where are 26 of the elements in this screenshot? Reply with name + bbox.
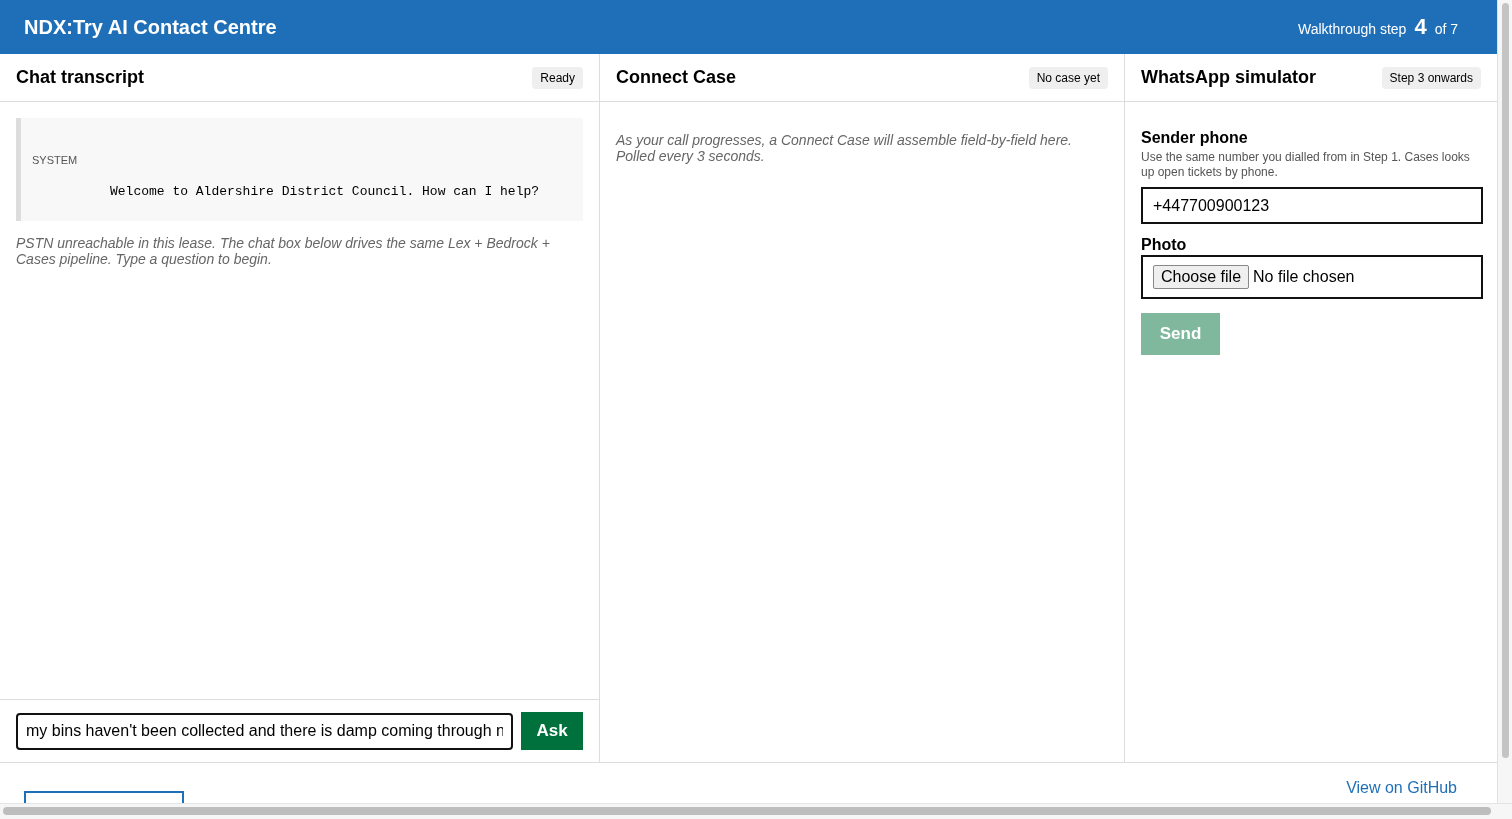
file-status: No file chosen xyxy=(1253,268,1355,286)
step-label: Walkthrough step xyxy=(1297,21,1407,37)
panel-title: Connect Case xyxy=(616,67,737,88)
github-link[interactable]: View on GitHub xyxy=(1346,779,1457,797)
step-number: 4 xyxy=(1414,14,1427,40)
status-badge: No case yet xyxy=(1028,66,1108,89)
horizontal-scrollbar[interactable] xyxy=(3,807,1491,815)
field-label: Sender phone xyxy=(1141,129,1249,147)
field-help: Use the same number you dialled from in Step 1. Cases looks up open tickets by phone. xyxy=(1141,150,1471,180)
choose-file-button[interactable]: Choose file xyxy=(1153,265,1250,289)
info-note: As your call progresses, a Connect Case will assemble field-by-field here. Polled every 3 seconds. xyxy=(614,131,1073,166)
status-badge: Ready xyxy=(532,66,583,89)
phone-input-field[interactable]: +447700900123 xyxy=(1141,187,1483,224)
field-label: Photo xyxy=(1141,236,1188,254)
step-total: of 7 xyxy=(1434,21,1458,37)
info-note: PSTN unreachable in this lease. The chat box below drives the same Lex + Bedrock + Cases pipeline. Type a question to begin. xyxy=(16,235,551,267)
status-badge: Step 3 onwards xyxy=(1381,66,1481,89)
message-text: Welcome to Aldershire District Council. How can I help? xyxy=(109,184,541,199)
panel-title: Chat transcript xyxy=(16,67,145,88)
panel-title: WhatsApp simulator xyxy=(1141,67,1316,88)
ask-button[interactable]: Ask xyxy=(521,712,583,750)
vertical-scrollbar[interactable] xyxy=(1501,3,1509,758)
message-role: SYSTEM xyxy=(32,154,79,166)
app-title: NDX:Try AI Contact Centre xyxy=(24,15,277,39)
file-input-field[interactable]: Choose file No file chosen xyxy=(1141,255,1483,299)
question-input-field[interactable]: my bins haven't been collected and there is damp coming through n xyxy=(16,712,513,750)
